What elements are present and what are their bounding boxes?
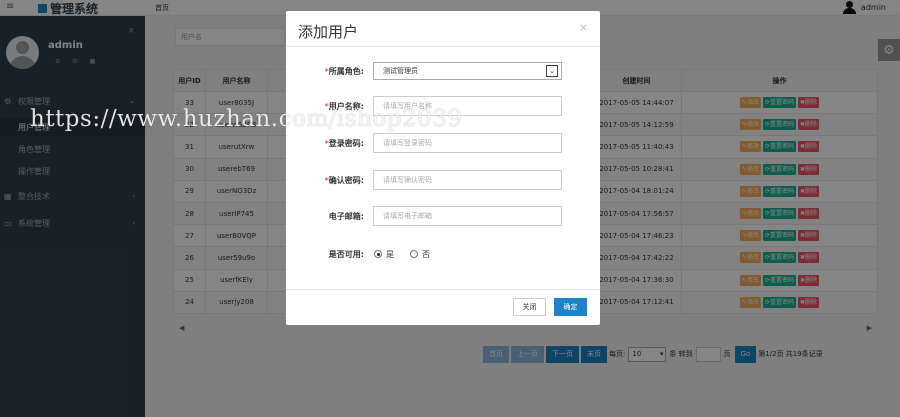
dialog-title: 添加用户 — [298, 23, 359, 41]
radio-yes[interactable] — [374, 250, 382, 258]
enabled-row: 是否可用: 是 否 — [286, 244, 600, 264]
confirm-button[interactable]: 确定 — [554, 298, 587, 316]
role-select[interactable]: 测试管理员 ⌄ — [373, 62, 562, 80]
password-label: *登录密码: — [324, 138, 364, 148]
chevron-down-icon: ⌄ — [546, 65, 558, 77]
email-label: 电子邮箱: — [328, 211, 364, 221]
confirm-password-label: *确认密码: — [324, 175, 364, 185]
email-row: 电子邮箱: 请填写电子邮箱 — [286, 206, 600, 226]
role-label: *所属角色: — [324, 66, 364, 76]
enabled-label: 是否可用: — [328, 249, 364, 259]
close-icon[interactable]: × — [579, 21, 588, 34]
enabled-radio-group: 是 否 — [374, 249, 430, 260]
confirm-password-row: *确认密码: 请填写确认密码 — [286, 170, 600, 190]
email-input[interactable]: 请填写电子邮箱 — [373, 206, 562, 226]
password-row: *登录密码: 请填写登录密码 — [286, 133, 600, 153]
radio-yes-label: 是 — [386, 249, 394, 259]
role-select-value: 测试管理员 — [383, 67, 418, 75]
add-user-dialog: 添加用户 × *所属角色: 测试管理员 ⌄ *用户名称: 请填写用户名称 *登录… — [286, 11, 600, 325]
confirm-password-input[interactable]: 请填写确认密码 — [373, 170, 562, 190]
watermark-text: https://www.huzhan.com/ishop2039 — [30, 106, 463, 132]
role-row: *所属角色: 测试管理员 ⌄ — [286, 61, 600, 81]
radio-no-label: 否 — [422, 249, 430, 259]
radio-no[interactable] — [410, 250, 418, 258]
divider — [286, 46, 600, 47]
divider — [286, 289, 600, 290]
password-input[interactable]: 请填写登录密码 — [373, 133, 562, 153]
close-button[interactable]: 关闭 — [513, 298, 546, 316]
